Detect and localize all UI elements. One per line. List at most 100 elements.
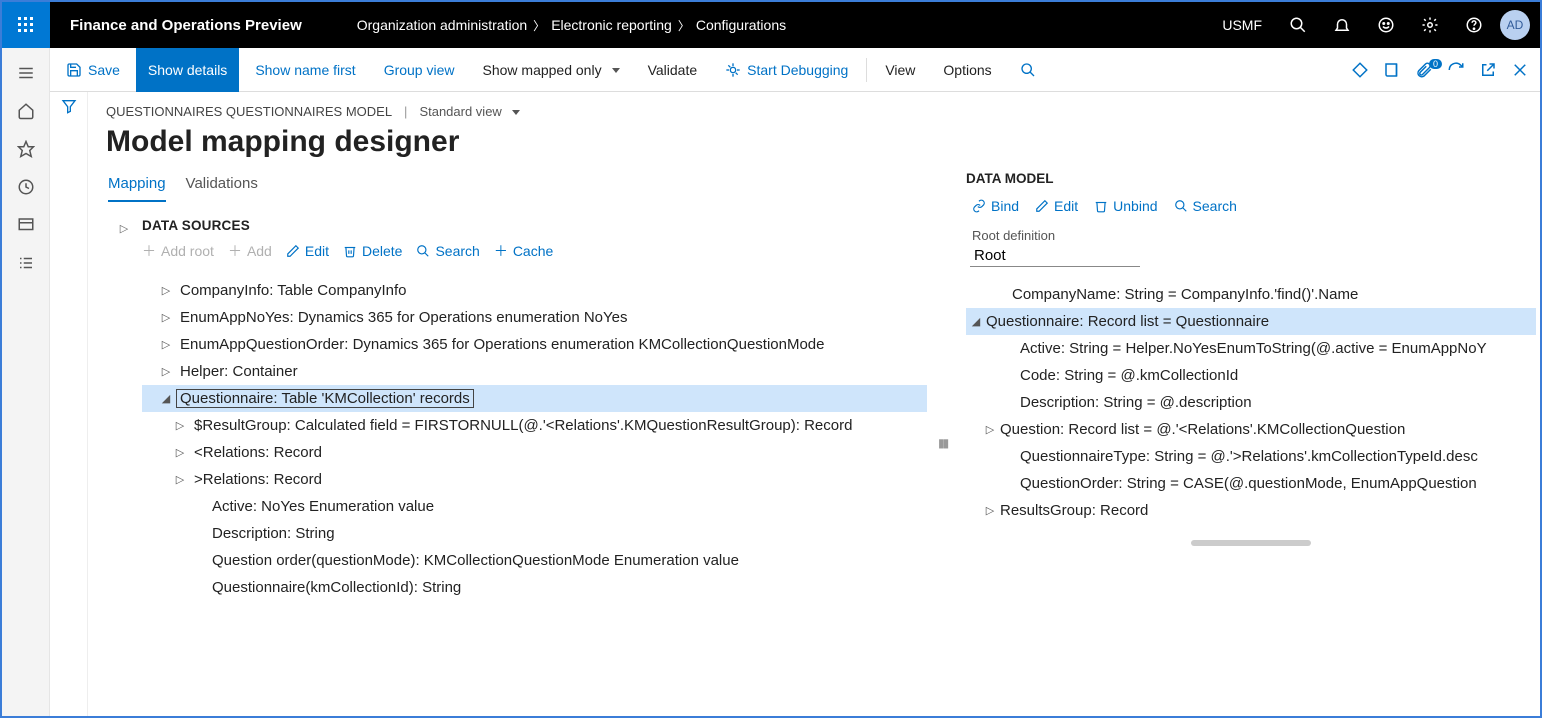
breadcrumb-item-org-admin[interactable]: Organization administration: [357, 17, 527, 33]
tree-node[interactable]: QuestionOrder: String = CASE(@.questionM…: [966, 470, 1536, 497]
gear-icon[interactable]: [1408, 2, 1452, 48]
star-icon[interactable]: [2, 130, 50, 168]
expand-closed-icon[interactable]: ▷: [980, 423, 1000, 436]
options-menu[interactable]: Options: [931, 48, 1003, 92]
refresh-icon[interactable]: [1440, 61, 1472, 79]
delete-button[interactable]: Delete: [343, 243, 402, 259]
expand-closed-icon[interactable]: ▷: [980, 504, 1000, 517]
tree-node[interactable]: ▷<Relations: Record: [142, 439, 956, 466]
view-selector[interactable]: Standard view: [419, 104, 519, 119]
tree-node[interactable]: CompanyName: String = CompanyInfo.'find(…: [966, 281, 1536, 308]
tree-node[interactable]: ▷EnumAppNoYes: Dynamics 365 for Operatio…: [142, 304, 956, 331]
smiley-icon[interactable]: [1364, 2, 1408, 48]
breadcrumb-item-config[interactable]: Configurations: [696, 17, 786, 33]
expand-closed-icon[interactable]: ▷: [170, 419, 190, 432]
plus-icon: ＋: [494, 241, 508, 261]
data-model-tree[interactable]: CompanyName: String = CompanyInfo.'find(…: [966, 281, 1536, 524]
tree-node[interactable]: ▷EnumAppQuestionOrder: Dynamics 365 for …: [142, 331, 956, 358]
book-icon[interactable]: [1376, 61, 1408, 79]
tree-node[interactable]: Description: String: [142, 520, 956, 547]
chevron-right-icon: 〉: [678, 17, 690, 34]
hamburger-icon[interactable]: [2, 54, 50, 92]
tree-node[interactable]: Active: NoYes Enumeration value: [142, 493, 956, 520]
tree-node[interactable]: Question order(questionMode): KMCollecti…: [142, 547, 956, 574]
start-debugging-button[interactable]: Start Debugging: [713, 48, 860, 92]
tree-node-label: CompanyName: String = CompanyInfo.'find(…: [1012, 286, 1358, 303]
dm-search-button[interactable]: Search: [1174, 198, 1237, 214]
breadcrumb-item-er[interactable]: Electronic reporting: [551, 17, 672, 33]
search-icon[interactable]: [1276, 2, 1320, 48]
show-mapped-only-dropdown[interactable]: Show mapped only: [471, 48, 632, 92]
breadcrumb: Organization administration 〉 Electronic…: [322, 17, 1209, 34]
context-path: QUESTIONNAIRES QUESTIONNAIRES MODEL: [106, 104, 392, 119]
tab-mapping[interactable]: Mapping: [108, 171, 166, 202]
tree-node-label: Questionnaire(kmCollectionId): String: [190, 578, 465, 597]
cache-button[interactable]: ＋Cache: [494, 241, 553, 261]
expand-open-icon[interactable]: ◢: [156, 392, 176, 405]
expand-open-icon[interactable]: ◢: [966, 315, 986, 328]
group-view-button[interactable]: Group view: [372, 48, 467, 92]
dm-edit-button[interactable]: Edit: [1035, 198, 1078, 214]
bind-button[interactable]: Bind: [972, 198, 1019, 214]
help-icon[interactable]: [1452, 2, 1496, 48]
add-button: ＋Add: [228, 241, 272, 261]
horizontal-scrollbar[interactable]: [1191, 540, 1311, 546]
tree-node[interactable]: Code: String = @.kmCollectionId: [966, 362, 1536, 389]
tree-node-label: EnumAppQuestionOrder: Dynamics 365 for O…: [176, 335, 829, 354]
home-icon[interactable]: [2, 92, 50, 130]
tree-node-label: Description: String = @.description: [1020, 394, 1252, 411]
tree-node[interactable]: ▷ResultsGroup: Record: [966, 497, 1536, 524]
tree-node[interactable]: Description: String = @.description: [966, 389, 1536, 416]
view-menu[interactable]: View: [873, 48, 927, 92]
data-model-header: DATA MODEL: [966, 171, 1536, 186]
legal-entity[interactable]: USMF: [1208, 17, 1276, 33]
toolbar-search-icon[interactable]: [1008, 48, 1048, 92]
tree-node[interactable]: ▷Helper: Container: [142, 358, 956, 385]
tree-node[interactable]: ▷$ResultGroup: Calculated field = FIRSTO…: [142, 412, 956, 439]
tree-node[interactable]: Questionnaire(kmCollectionId): String: [142, 574, 956, 601]
bell-icon[interactable]: [1320, 2, 1364, 48]
diamond-icon[interactable]: [1344, 61, 1376, 79]
expand-closed-icon[interactable]: ▷: [156, 338, 176, 351]
tree-node[interactable]: QuestionnaireType: String = @.'>Relation…: [966, 443, 1536, 470]
tree-node-label: CompanyInfo: Table CompanyInfo: [176, 281, 411, 300]
expand-closed-icon[interactable]: ▷: [170, 446, 190, 459]
popout-icon[interactable]: [1472, 61, 1504, 79]
data-sources-tree[interactable]: ▷CompanyInfo: Table CompanyInfo▷EnumAppN…: [142, 277, 956, 601]
avatar[interactable]: AD: [1500, 10, 1530, 40]
tree-node[interactable]: ▷CompanyInfo: Table CompanyInfo: [142, 277, 956, 304]
debug-icon: [725, 62, 741, 78]
expand-closed-icon[interactable]: ▷: [170, 473, 190, 486]
validate-button[interactable]: Validate: [636, 48, 710, 92]
show-details-button[interactable]: Show details: [136, 48, 239, 92]
ds-search-button[interactable]: Search: [416, 243, 479, 259]
trash-icon: [1094, 199, 1108, 213]
tree-node[interactable]: ◢Questionnaire: Record list = Questionna…: [966, 308, 1536, 335]
tree-node[interactable]: Active: String = Helper.NoYesEnumToStrin…: [966, 335, 1536, 362]
collapse-toggle-icon[interactable]: ▷: [120, 222, 128, 601]
tree-node-label: Question order(questionMode): KMCollecti…: [190, 551, 743, 570]
splitter-handle[interactable]: ▮▮: [938, 436, 947, 450]
close-icon[interactable]: [1504, 61, 1536, 79]
chevron-right-icon: 〉: [533, 17, 545, 34]
unbind-button[interactable]: Unbind: [1094, 198, 1157, 214]
expand-closed-icon[interactable]: ▷: [156, 284, 176, 297]
save-button[interactable]: Save: [54, 48, 132, 92]
attachments-icon[interactable]: 0: [1408, 61, 1440, 79]
tree-node[interactable]: ▷>Relations: Record: [142, 466, 956, 493]
add-root-button: ＋Add root: [142, 241, 214, 261]
workspace-icon[interactable]: [2, 206, 50, 244]
tab-validations[interactable]: Validations: [186, 171, 258, 202]
root-definition-input[interactable]: [970, 245, 1140, 267]
chevron-down-icon: [508, 104, 520, 119]
modules-icon[interactable]: [2, 244, 50, 282]
tree-node[interactable]: ◢Questionnaire: Table 'KMCollection' rec…: [142, 385, 927, 412]
tree-node[interactable]: ▷Question: Record list = @.'<Relations'.…: [966, 416, 1536, 443]
app-launcher-icon[interactable]: [2, 2, 50, 48]
expand-closed-icon[interactable]: ▷: [156, 311, 176, 324]
edit-button[interactable]: Edit: [286, 243, 329, 259]
expand-closed-icon[interactable]: ▷: [156, 365, 176, 378]
funnel-icon[interactable]: [61, 98, 77, 716]
show-name-first-button[interactable]: Show name first: [243, 48, 367, 92]
clock-icon[interactable]: [2, 168, 50, 206]
